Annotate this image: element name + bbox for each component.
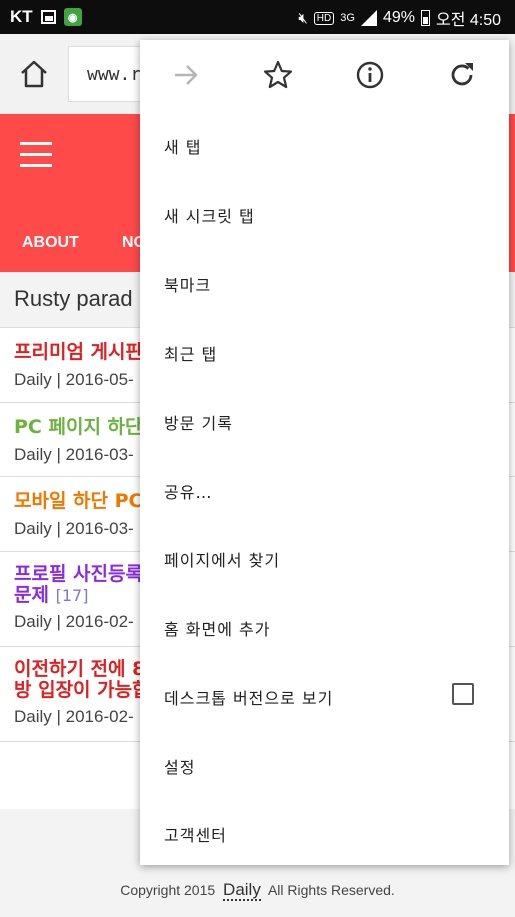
nav-item-about[interactable]: ABOUT bbox=[22, 234, 79, 252]
post-title[interactable]: PC 페이지 하단 bbox=[14, 417, 143, 437]
star-icon[interactable] bbox=[262, 59, 294, 91]
menu-item-share[interactable]: 공유… bbox=[164, 479, 212, 503]
battery-percent: 49% bbox=[382, 9, 415, 26]
network-type: 3G bbox=[340, 12, 355, 24]
menu-item-help[interactable]: 고객센터 bbox=[164, 822, 227, 846]
menu-item-add-to-home[interactable]: 홈 화면에 추가 bbox=[164, 616, 271, 640]
post-title[interactable]: 프로필 사진등록 bbox=[14, 564, 143, 584]
browser-overflow-menu: 새 탭 새 시크릿 탭 북마크 최근 탭 방문 기록 공유… 페이지에서 찾기 … bbox=[140, 40, 509, 865]
url-text: www.r bbox=[87, 64, 142, 85]
post-meta: Daily | 2016-03- bbox=[14, 445, 134, 464]
menu-action-row bbox=[140, 40, 509, 110]
battery-icon bbox=[420, 10, 430, 26]
post-meta: Daily | 2016-05- bbox=[14, 370, 134, 389]
footer-logo[interactable]: Daily bbox=[223, 880, 261, 901]
menu-item-desktop-site[interactable]: 데스크톱 버전으로 보기 bbox=[164, 685, 333, 709]
post-title[interactable]: 모바일 하단 PC bbox=[14, 491, 143, 511]
menu-item-settings[interactable]: 설정 bbox=[164, 754, 195, 778]
forward-icon[interactable] bbox=[170, 59, 202, 91]
footer-copyright: Copyright 2015 bbox=[120, 882, 216, 898]
hd-icon: HD bbox=[313, 11, 335, 25]
menu-item-history[interactable]: 방문 기록 bbox=[164, 410, 233, 434]
hamburger-menu-icon[interactable] bbox=[20, 142, 52, 168]
desktop-site-checkbox[interactable] bbox=[452, 683, 474, 705]
comment-count: [17] bbox=[55, 586, 89, 605]
menu-item-new-incognito-tab[interactable]: 새 시크릿 탭 bbox=[164, 203, 255, 227]
post-title-line2[interactable]: 방 입장이 가능합 bbox=[14, 680, 150, 700]
menu-item-new-tab[interactable]: 새 탭 bbox=[164, 134, 202, 158]
footer-rights: All Rights Reserved. bbox=[267, 882, 395, 898]
clock: 오전 4:50 bbox=[435, 12, 501, 29]
home-icon[interactable] bbox=[18, 58, 50, 90]
page-title: Rusty parad bbox=[14, 286, 133, 311]
signal-icon bbox=[360, 10, 377, 26]
info-icon[interactable] bbox=[354, 59, 386, 91]
post-title-line2[interactable]: 문제 bbox=[14, 584, 49, 606]
post-meta: Daily | 2016-02- bbox=[14, 707, 134, 726]
image-icon bbox=[40, 10, 56, 24]
post-title[interactable]: 이전하기 전에 8 bbox=[14, 659, 145, 679]
menu-item-bookmarks[interactable]: 북마크 bbox=[164, 272, 211, 296]
carrier-label: KT bbox=[10, 7, 33, 26]
app-icon: ◉ bbox=[63, 8, 82, 26]
refresh-icon[interactable] bbox=[446, 59, 478, 91]
status-bar: KT ◉ 🔇︎ HD 3G 49% 오전 4:50 bbox=[0, 0, 515, 34]
post-title[interactable]: 프리미엄 게시판 bbox=[14, 342, 143, 362]
post-meta: Daily | 2016-02- bbox=[14, 612, 134, 631]
post-meta: Daily | 2016-03- bbox=[14, 519, 134, 538]
footer: Copyright 2015 Daily All Rights Reserved… bbox=[0, 880, 515, 901]
mute-icon: 🔇︎ bbox=[298, 9, 308, 27]
menu-item-recent-tabs[interactable]: 최근 탭 bbox=[164, 341, 217, 365]
menu-item-find-in-page[interactable]: 페이지에서 찾기 bbox=[164, 547, 280, 571]
